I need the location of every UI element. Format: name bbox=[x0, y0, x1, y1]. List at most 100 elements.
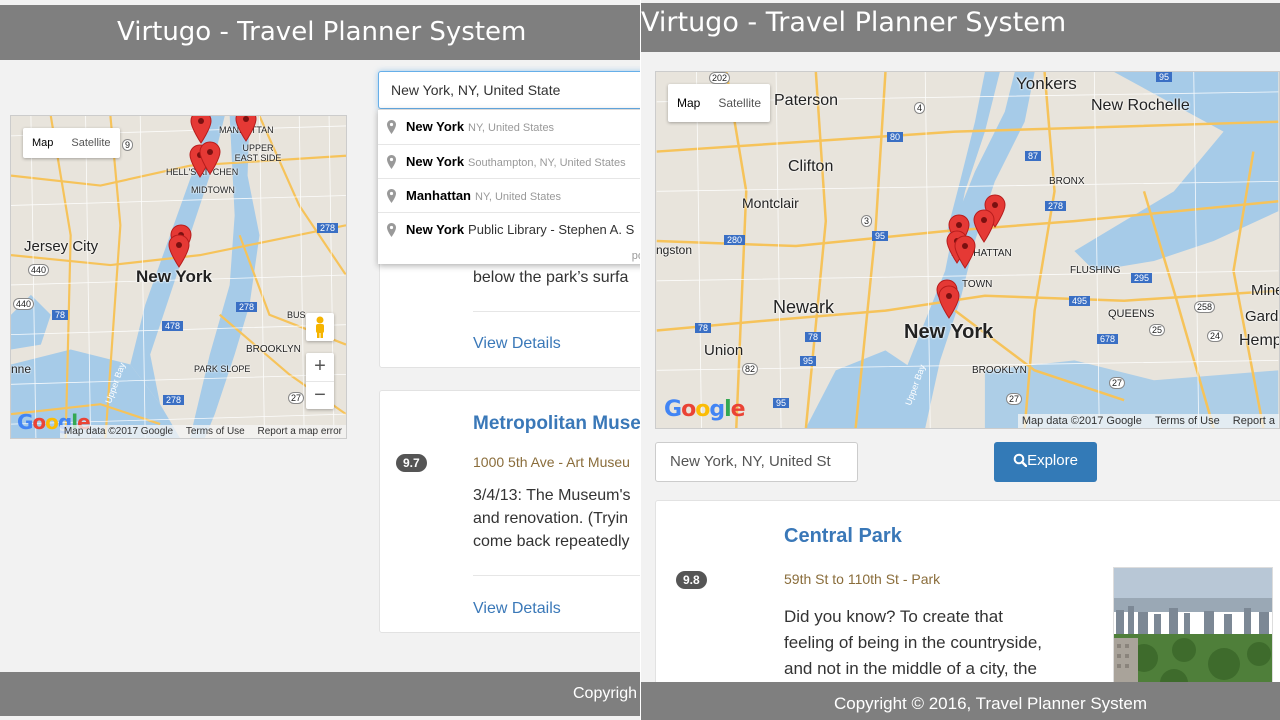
highway-shield: 678 bbox=[1097, 334, 1119, 344]
zoom-in-button[interactable]: + bbox=[306, 353, 334, 381]
highway-shield: 95 bbox=[1156, 72, 1173, 82]
map-type-control: Map Satellite bbox=[23, 128, 120, 158]
map-label-queens: QUEENS bbox=[1108, 308, 1155, 320]
view-details-link[interactable]: View Details bbox=[473, 335, 561, 353]
autocomplete-secondary-text: NY, United States bbox=[475, 191, 562, 203]
map-marker[interactable] bbox=[938, 285, 960, 319]
description-line: feeling of being in the countryside, bbox=[784, 633, 1043, 652]
highway-shield: 278 bbox=[317, 223, 339, 233]
place-title[interactable]: Metropolitan Muse bbox=[473, 413, 640, 435]
autocomplete-main-text: New York bbox=[406, 154, 465, 169]
location-pin-icon bbox=[387, 120, 396, 134]
view-details-link[interactable]: View Details bbox=[473, 600, 561, 618]
map-label-union: Union bbox=[704, 342, 744, 359]
highway-shield: 3 bbox=[861, 215, 873, 227]
highway-shield: 202 bbox=[709, 72, 731, 84]
highway-shield: 78 bbox=[52, 310, 69, 320]
location-pin-icon bbox=[387, 155, 396, 169]
autocomplete-item[interactable]: New York Southampton, NY, United States bbox=[378, 144, 640, 178]
highway-shield: 82 bbox=[742, 363, 759, 375]
highway-shield: 278 bbox=[163, 395, 185, 405]
map[interactable]: Map Satellite Yonkers New Rochelle Pater… bbox=[655, 71, 1280, 429]
map-marker[interactable] bbox=[954, 235, 976, 269]
place-address: 1000 5th Ave - Art Museu bbox=[473, 454, 630, 470]
terms-of-use-link[interactable]: Terms of Use bbox=[1155, 415, 1220, 427]
copyright-text: Copyright © 2016, Travel Planner System bbox=[834, 694, 1148, 713]
highway-shield: 95 bbox=[872, 231, 889, 241]
highway-shield: 95 bbox=[773, 398, 790, 408]
highway-shield: 95 bbox=[800, 356, 817, 366]
highway-shield: 280 bbox=[724, 235, 746, 245]
map-data-text: Map data ©2017 Google bbox=[1021, 415, 1142, 427]
location-search-input[interactable]: New York, NY, United State bbox=[378, 71, 640, 109]
map-label-new-rochelle: New Rochelle bbox=[1091, 97, 1190, 114]
zoom-out-button[interactable]: − bbox=[306, 381, 334, 409]
map-type-satellite-button[interactable]: Satellite bbox=[709, 84, 770, 122]
autocomplete-main-text: New York bbox=[406, 119, 465, 134]
left-screenshot-panel: Virtugo - Travel Planner System Map Sate… bbox=[0, 0, 640, 720]
autocomplete-item[interactable]: New York NY, United States bbox=[378, 110, 640, 144]
description-line: and not in the middle of a city, the bbox=[784, 659, 1037, 678]
location-search-input[interactable]: New York, NY, United St bbox=[655, 442, 858, 482]
map-label-clifton: Clifton bbox=[788, 158, 834, 175]
description-line: come back repeatedly bbox=[473, 533, 630, 550]
map-type-map-button[interactable]: Map bbox=[668, 84, 709, 122]
highway-shield: 278 bbox=[1045, 201, 1067, 211]
map-label-paterson: Paterson bbox=[774, 92, 839, 109]
map-type-map-button[interactable]: Map bbox=[23, 128, 62, 158]
place-thumbnail-image[interactable] bbox=[1113, 567, 1273, 699]
map-label-new-york: New York bbox=[904, 321, 994, 343]
card-divider bbox=[473, 575, 640, 576]
map-label-ngston: ngston bbox=[656, 243, 693, 257]
highway-shield: 440 bbox=[28, 264, 50, 276]
map-marker[interactable] bbox=[199, 141, 221, 175]
search-icon bbox=[1013, 453, 1028, 468]
map-attribution: Map data ©2017 Google Terms of Use Repor… bbox=[1017, 414, 1279, 428]
map-label-nne: nne bbox=[11, 362, 32, 376]
map-type-satellite-button[interactable]: Satellite bbox=[62, 128, 119, 158]
report-map-error-link[interactable]: Report a bbox=[1233, 415, 1275, 427]
highway-shield: 4 bbox=[914, 102, 926, 114]
map-label-new-york: New York bbox=[136, 267, 212, 286]
explore-button-label: Explore bbox=[1027, 452, 1078, 469]
map[interactable]: Map Satellite Jersey City New York MIDTO… bbox=[10, 115, 347, 439]
location-pin-icon bbox=[387, 223, 396, 237]
highway-shield: 278 bbox=[236, 302, 258, 312]
google-logo: Google bbox=[664, 397, 746, 422]
map-marker[interactable] bbox=[168, 234, 190, 268]
terms-of-use-link[interactable]: Terms of Use bbox=[186, 426, 245, 437]
rating-badge: 9.7 bbox=[396, 454, 427, 472]
map-label-bus: BUS bbox=[287, 310, 306, 320]
autocomplete-secondary-text: NY, United States bbox=[468, 122, 555, 134]
highway-shield: 24 bbox=[1207, 330, 1224, 342]
highway-shield: 87 bbox=[1025, 151, 1042, 161]
place-card: Central Park 9.8 59th St to 110th St - P… bbox=[655, 500, 1280, 700]
footer: Copyright © 2016, Travel Planner System bbox=[641, 682, 1280, 720]
map-label-montclair: Montclair bbox=[742, 195, 799, 211]
footer: Copyrigh bbox=[0, 672, 640, 716]
map-marker[interactable] bbox=[190, 115, 212, 144]
report-map-error-link[interactable]: Report a map error bbox=[258, 426, 342, 437]
place-card: Metropolitan Muse 9.7 1000 5th Ave - Art… bbox=[379, 390, 640, 633]
place-address: 59th St to 110th St - Park bbox=[784, 571, 941, 587]
place-description: 3/4/13: The Museum's and renovation. (Tr… bbox=[473, 484, 631, 553]
place-title[interactable]: Central Park bbox=[784, 525, 902, 548]
highway-shield: 9 bbox=[122, 139, 134, 151]
app-header: Virtugo - Travel Planner System bbox=[0, 5, 640, 60]
app-title: Virtugo - Travel Planner System bbox=[117, 17, 527, 47]
highway-shield: 440 bbox=[13, 298, 35, 310]
map-marker[interactable] bbox=[973, 209, 995, 243]
autocomplete-item[interactable]: New York Public Library - Stephen A. S bbox=[378, 212, 640, 246]
description-line: and renovation. (Tryin bbox=[473, 510, 629, 527]
map-label-upper-east-side: UPPER EAST SIDE bbox=[234, 143, 282, 163]
highway-shield: 27 bbox=[288, 392, 305, 404]
map-label-jersey-city: Jersey City bbox=[24, 238, 99, 255]
autocomplete-item[interactable]: Manhattan NY, United States bbox=[378, 178, 640, 212]
autocomplete-main-text: New York bbox=[406, 222, 465, 237]
map-marker[interactable] bbox=[235, 115, 257, 142]
highway-shield: 78 bbox=[805, 332, 822, 342]
street-view-pegman-icon[interactable] bbox=[306, 313, 334, 341]
copyright-text: Copyrigh bbox=[573, 685, 638, 702]
map-label-garden: Garden bbox=[1245, 308, 1279, 325]
explore-button[interactable]: Explore bbox=[994, 442, 1097, 482]
